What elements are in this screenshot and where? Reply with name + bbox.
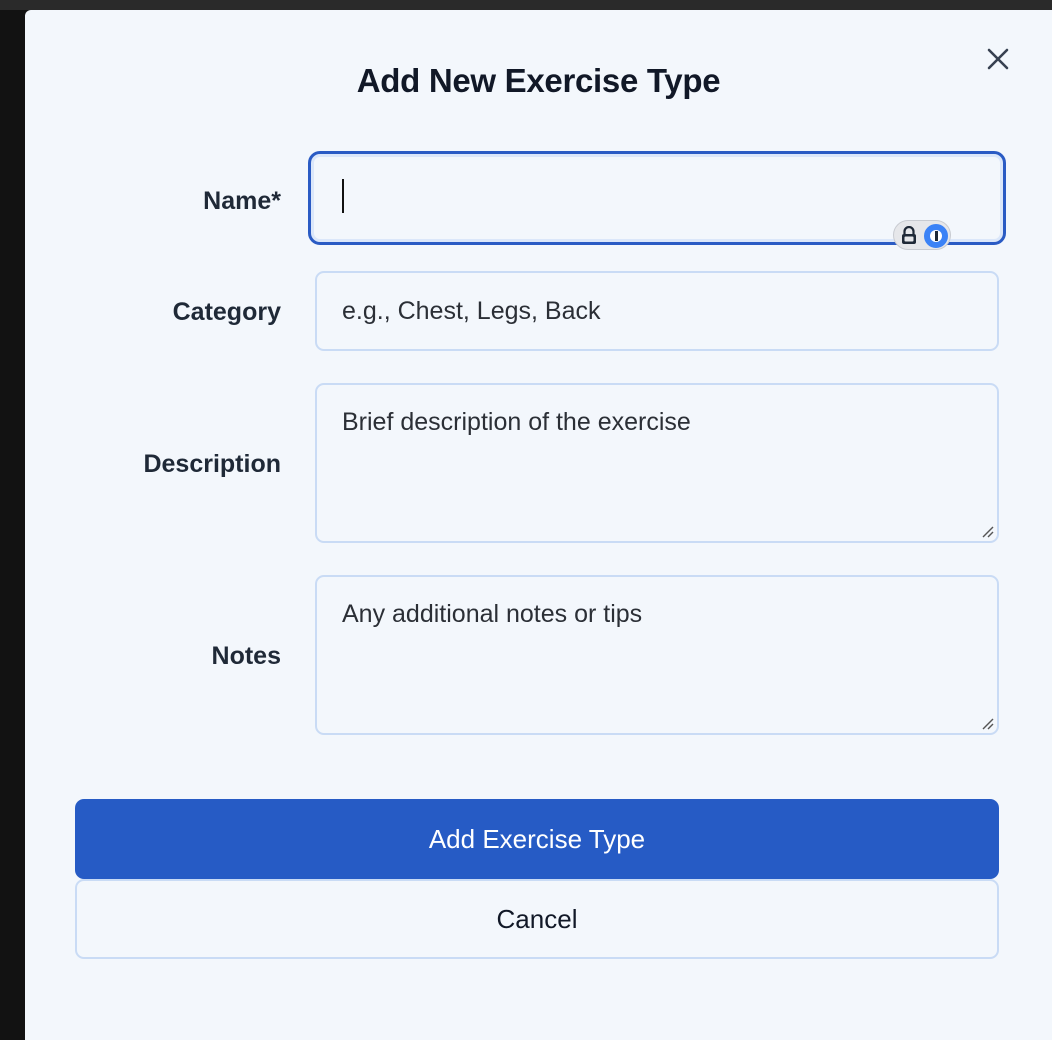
category-placeholder: e.g., Chest, Legs, Back [342, 297, 601, 325]
resize-handle-icon[interactable] [980, 716, 994, 730]
password-manager-badge[interactable] [893, 220, 951, 250]
notes-textarea[interactable]: Any additional notes or tips [315, 575, 999, 735]
name-label: Name* [203, 187, 281, 215]
add-exercise-type-button[interactable]: Add Exercise Type [75, 799, 999, 879]
notes-label: Notes [211, 642, 281, 670]
description-label: Description [143, 450, 281, 478]
description-placeholder: Brief description of the exercise [342, 408, 691, 436]
resize-handle-icon[interactable] [980, 524, 994, 538]
category-input[interactable]: e.g., Chest, Legs, Back [315, 271, 999, 351]
close-icon [987, 48, 1009, 70]
background-window-strip [0, 0, 1052, 10]
description-textarea[interactable]: Brief description of the exercise [315, 383, 999, 543]
1password-icon [924, 224, 948, 248]
modal-title: Add New Exercise Type [356, 62, 721, 99]
close-button[interactable] [983, 44, 1013, 74]
add-exercise-type-modal: Add New Exercise Type Name* Category e.g… [25, 10, 1052, 1040]
cancel-button[interactable]: Cancel [75, 879, 999, 959]
notes-placeholder: Any additional notes or tips [342, 600, 643, 628]
lock-icon [902, 226, 916, 244]
category-label: Category [172, 298, 281, 326]
name-input[interactable] [308, 151, 1006, 250]
text-caret [342, 179, 344, 213]
